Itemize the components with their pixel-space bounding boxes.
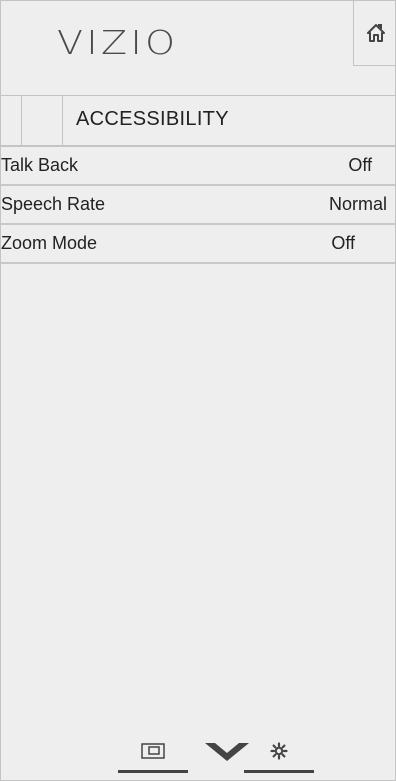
menu-item-label: Talk Back — [1, 155, 79, 175]
header: VIZIO — [1, 1, 395, 96]
accessibility-menu: Talk Back Off Speech Rate Normal Zoom Mo… — [1, 147, 395, 264]
menu-item-value: Off — [348, 155, 372, 175]
settings-button[interactable] — [244, 731, 314, 773]
home-icon — [366, 24, 385, 42]
menu-item-value: Normal — [328, 194, 387, 214]
menu-item-talk-back[interactable]: Talk Back Off — [1, 147, 395, 186]
menu-item-label: Zoom Mode — [1, 233, 98, 253]
vizio-settings-panel: VIZIO ACCESSIBILITY Talk Back Off Speech… — [0, 0, 396, 781]
input-button[interactable] — [118, 731, 188, 773]
menu-item-label: Speech Rate — [1, 194, 106, 214]
title-bar: ACCESSIBILITY — [1, 96, 395, 146]
input-icon — [141, 742, 165, 759]
menu-item-zoom-mode[interactable]: Zoom Mode Off — [1, 225, 395, 264]
page-title: ACCESSIBILITY — [76, 108, 229, 130]
bottom-nav — [1, 731, 395, 780]
home-button[interactable] — [353, 1, 395, 66]
settings-gear-icon — [270, 741, 288, 760]
back-button[interactable] — [21, 96, 63, 146]
menu-item-value: Off — [331, 233, 355, 253]
menu-item-speech-rate[interactable]: Speech Rate Normal — [1, 186, 395, 225]
vizio-logo: VIZIO — [57, 23, 179, 62]
